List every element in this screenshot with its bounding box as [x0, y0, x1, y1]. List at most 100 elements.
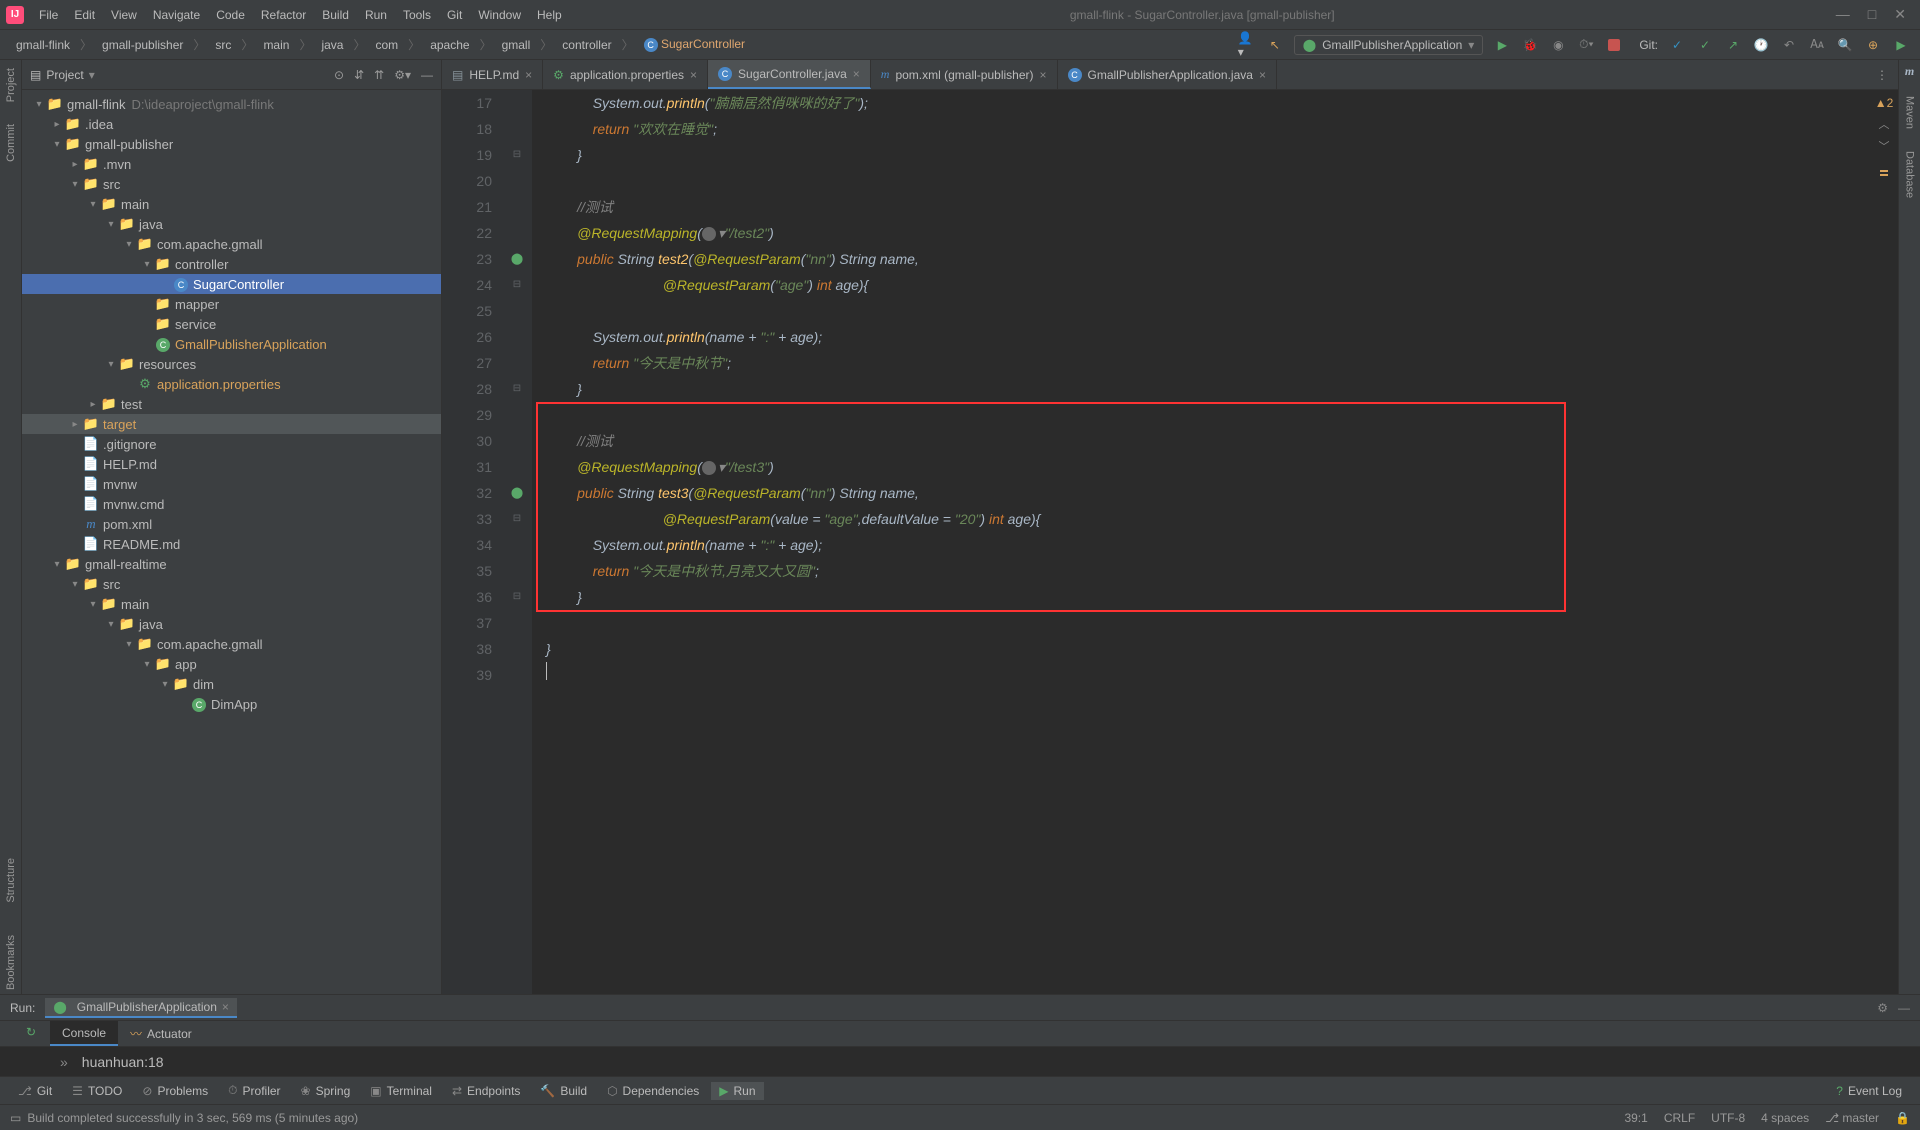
- user-icon[interactable]: 👤▾: [1238, 36, 1256, 54]
- tree-row[interactable]: ▾📁dim: [22, 674, 441, 694]
- tree-row[interactable]: ▾📁com.apache.gmall: [22, 234, 441, 254]
- crumb[interactable]: src: [209, 36, 237, 54]
- menu-file[interactable]: File: [32, 4, 65, 26]
- run-panel-config[interactable]: ⬤GmallPublisherApplication ×: [45, 998, 237, 1018]
- bottom-tool-terminal[interactable]: ▣Terminal: [362, 1082, 440, 1100]
- tree-row[interactable]: CSugarController: [22, 274, 441, 294]
- menu-run[interactable]: Run: [358, 4, 394, 26]
- code-line[interactable]: System.out.println("腩腩居然俏咪咪的好了");: [546, 90, 1898, 116]
- bottom-tool-run[interactable]: ▶Run: [711, 1082, 763, 1100]
- tree-row[interactable]: ▾📁java: [22, 614, 441, 634]
- code-editor[interactable]: System.out.println("腩腩居然俏咪咪的好了"); return…: [532, 90, 1898, 994]
- tree-row[interactable]: ▸📁target: [22, 414, 441, 434]
- tool-maven[interactable]: Maven: [1904, 92, 1916, 133]
- bottom-tool-git[interactable]: ⎇Git: [10, 1082, 60, 1100]
- git-rollback-icon[interactable]: ↶: [1780, 36, 1798, 54]
- crumb-current[interactable]: C SugarController: [638, 35, 751, 54]
- console-output[interactable]: » huanhuan:18: [0, 1047, 1920, 1076]
- bottom-tool-spring[interactable]: ❀Spring: [293, 1082, 359, 1100]
- tree-row[interactable]: ▾📁com.apache.gmall: [22, 634, 441, 654]
- git-branch[interactable]: ⎇ master: [1825, 1111, 1879, 1125]
- tree-row[interactable]: 📄HELP.md: [22, 454, 441, 474]
- bottom-tool-endpoints[interactable]: ⇄Endpoints: [444, 1082, 528, 1100]
- menu-code[interactable]: Code: [209, 4, 252, 26]
- run-config-selector[interactable]: ⬤GmallPublisherApplication▾: [1294, 35, 1484, 55]
- menu-git[interactable]: Git: [440, 4, 469, 26]
- tool-bookmarks[interactable]: Bookmarks: [5, 931, 17, 994]
- tree-row[interactable]: ▾📁java: [22, 214, 441, 234]
- tool-project[interactable]: Project: [5, 64, 17, 106]
- code-line[interactable]: [546, 610, 1898, 636]
- menu-build[interactable]: Build: [315, 4, 356, 26]
- tab-close-icon[interactable]: ×: [853, 67, 860, 81]
- hide-icon[interactable]: —: [421, 68, 433, 82]
- tabs-more-icon[interactable]: ⋮: [1866, 60, 1898, 89]
- select-opened-icon[interactable]: ⊙: [334, 68, 344, 82]
- tool-database[interactable]: Database: [1904, 147, 1916, 202]
- tree-row[interactable]: ▾📁gmall-publisher: [22, 134, 441, 154]
- code-line[interactable]: return "欢欢在睡觉";: [546, 116, 1898, 142]
- tree-row[interactable]: 📁mapper: [22, 294, 441, 314]
- code-line[interactable]: [546, 298, 1898, 324]
- bottom-tool-problems[interactable]: ⊘Problems: [134, 1082, 216, 1100]
- minimize-icon[interactable]: —: [1836, 6, 1850, 23]
- crumb[interactable]: main: [257, 36, 295, 54]
- tree-row[interactable]: ▾📁gmall-realtime: [22, 554, 441, 574]
- code-line[interactable]: }: [546, 376, 1898, 402]
- editor-tab[interactable]: CGmallPublisherApplication.java×: [1058, 60, 1277, 89]
- lock-icon[interactable]: 🔒: [1895, 1111, 1910, 1125]
- tree-row[interactable]: ▾📁gmall-flinkD:\ideaproject\gmall-flink: [22, 94, 441, 114]
- nav-up-icon[interactable]: ︿: [1879, 116, 1890, 132]
- crumb[interactable]: com: [370, 36, 405, 54]
- crumb[interactable]: gmall: [496, 36, 537, 54]
- tab-close-icon[interactable]: ×: [1259, 68, 1266, 82]
- tree-row[interactable]: 📄mvnw: [22, 474, 441, 494]
- expand-all-icon[interactable]: ⇵: [354, 68, 364, 82]
- back-icon[interactable]: ↖: [1266, 36, 1284, 54]
- menu-refactor[interactable]: Refactor: [254, 4, 313, 26]
- tree-row[interactable]: ▸📁.mvn: [22, 154, 441, 174]
- translate-icon[interactable]: 🗛: [1808, 36, 1826, 54]
- collapse-all-icon[interactable]: ⇈: [374, 68, 384, 82]
- menu-edit[interactable]: Edit: [67, 4, 102, 26]
- editor-tab[interactable]: ▤HELP.md×: [442, 60, 543, 89]
- menu-navigate[interactable]: Navigate: [146, 4, 207, 26]
- bottom-tool-build[interactable]: 🔨Build: [532, 1082, 595, 1100]
- bottom-tool-dependencies[interactable]: ⬡Dependencies: [599, 1082, 707, 1100]
- tree-row[interactable]: ▾📁controller: [22, 254, 441, 274]
- menu-view[interactable]: View: [104, 4, 144, 26]
- tree-row[interactable]: ▾📁main: [22, 194, 441, 214]
- editor-tab[interactable]: mpom.xml (gmall-publisher)×: [871, 60, 1058, 89]
- run-anything-icon[interactable]: ▶: [1892, 36, 1910, 54]
- code-line[interactable]: @RequestMapping(▾"/test2"): [546, 220, 1898, 246]
- code-line[interactable]: @RequestParam("age") int age){: [546, 272, 1898, 298]
- menu-window[interactable]: Window: [471, 4, 528, 26]
- tree-row[interactable]: ▾📁app: [22, 654, 441, 674]
- console-tab[interactable]: Console: [50, 1021, 118, 1046]
- settings-icon[interactable]: ⚙▾: [394, 68, 411, 82]
- rerun-icon[interactable]: ↻: [26, 1021, 36, 1039]
- tree-row[interactable]: ▾📁main: [22, 594, 441, 614]
- menu-help[interactable]: Help: [530, 4, 569, 26]
- run-icon[interactable]: ▶: [1493, 36, 1511, 54]
- tree-row[interactable]: 📄mvnw.cmd: [22, 494, 441, 514]
- tree-row[interactable]: ▾📁resources: [22, 354, 441, 374]
- stop-icon[interactable]: [1605, 36, 1623, 54]
- profile-icon[interactable]: ⏱▾: [1577, 36, 1595, 54]
- tree-row[interactable]: ▾📁src: [22, 574, 441, 594]
- tree-row[interactable]: ▾📁src: [22, 174, 441, 194]
- project-tree[interactable]: ▾📁gmall-flinkD:\ideaproject\gmall-flink ▸…: [22, 90, 441, 994]
- nav-down-icon[interactable]: ﹀: [1879, 138, 1890, 154]
- run-settings-icon[interactable]: ⚙: [1877, 1001, 1888, 1015]
- tool-commit[interactable]: Commit: [5, 120, 17, 166]
- encoding[interactable]: UTF-8: [1711, 1111, 1745, 1125]
- close-icon[interactable]: ✕: [1894, 6, 1906, 23]
- run-hide-icon[interactable]: —: [1898, 1001, 1910, 1015]
- tree-row[interactable]: mpom.xml: [22, 514, 441, 534]
- tab-close-icon[interactable]: ×: [690, 68, 697, 82]
- crumb[interactable]: controller: [556, 36, 617, 54]
- editor-tab[interactable]: CSugarController.java×: [708, 60, 871, 89]
- git-history-icon[interactable]: 🕐: [1752, 36, 1770, 54]
- crumb[interactable]: apache: [424, 36, 475, 54]
- tree-row[interactable]: 📁service: [22, 314, 441, 334]
